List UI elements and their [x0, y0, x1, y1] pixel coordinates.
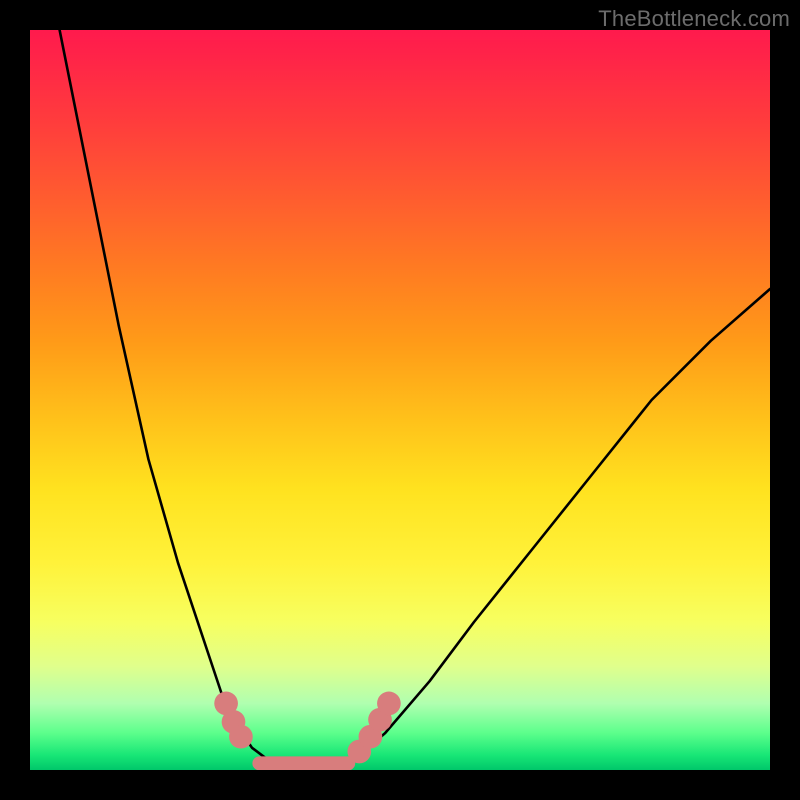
chart-frame: TheBottleneck.com — [0, 0, 800, 800]
marker-dot — [377, 692, 401, 716]
watermark-text: TheBottleneck.com — [598, 6, 790, 32]
curve-right-branch — [356, 289, 770, 759]
marker-dot — [229, 725, 253, 749]
curve-left-branch — [60, 30, 267, 759]
plot-area — [30, 30, 770, 770]
marker-group — [214, 692, 400, 764]
curve-overlay — [30, 30, 770, 770]
